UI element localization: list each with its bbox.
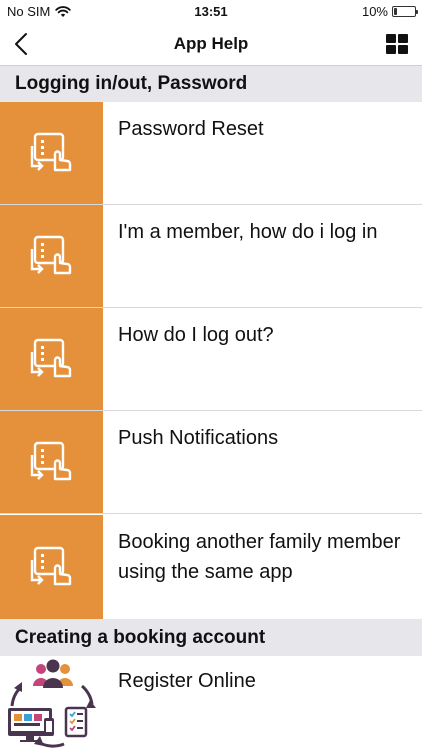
page-title: App Help <box>173 34 249 53</box>
tablet-tap-icon <box>30 338 71 378</box>
list-item-push-notifications[interactable]: Push Notifications <box>0 411 422 514</box>
row-thumbnail <box>0 656 103 750</box>
battery-icon <box>392 6 418 17</box>
row-thumbnail <box>0 515 103 619</box>
battery-percent: 10% <box>361 4 388 19</box>
status-bar: No SIM 13:51 10% <box>0 0 422 22</box>
row-thumbnail <box>0 411 103 513</box>
list-item-label: Password Reset <box>118 118 264 140</box>
list-item-label: I'm a member, how do i log in <box>118 221 378 243</box>
status-time: 13:51 <box>194 4 228 19</box>
row-thumbnail <box>0 308 103 410</box>
list-item-label: Register Online <box>118 670 256 692</box>
list-item-password-reset[interactable]: Password Reset <box>0 102 422 205</box>
section-header-logging: Logging in/out, Password <box>0 66 422 102</box>
list-item-label: How do I log out? <box>118 324 274 346</box>
row-thumbnail <box>0 205 103 307</box>
tablet-tap-icon <box>30 546 71 586</box>
list-item-register-online[interactable]: Register Online <box>0 656 422 750</box>
grid-icon <box>386 34 396 43</box>
row-thumbnail <box>0 102 103 204</box>
navigation-bar: App Help <box>0 22 422 66</box>
register-cycle-icon <box>8 659 96 748</box>
grid-view-button[interactable] <box>386 34 408 54</box>
section-header-booking-account: Creating a booking account <box>0 619 422 656</box>
status-right: 10% <box>361 4 418 19</box>
tablet-tap-icon <box>30 235 71 275</box>
tablet-tap-icon <box>30 441 71 481</box>
tablet-tap-icon <box>30 132 71 172</box>
list-item-label: Push Notifications <box>118 427 279 449</box>
list-item-log-out[interactable]: How do I log out? <box>0 308 422 411</box>
list-item-label: Booking another family member using the … <box>118 531 401 583</box>
list-item-booking-family[interactable]: Booking another family member using the … <box>0 515 422 619</box>
list-item-member-login[interactable]: I'm a member, how do i log in <box>0 205 422 308</box>
